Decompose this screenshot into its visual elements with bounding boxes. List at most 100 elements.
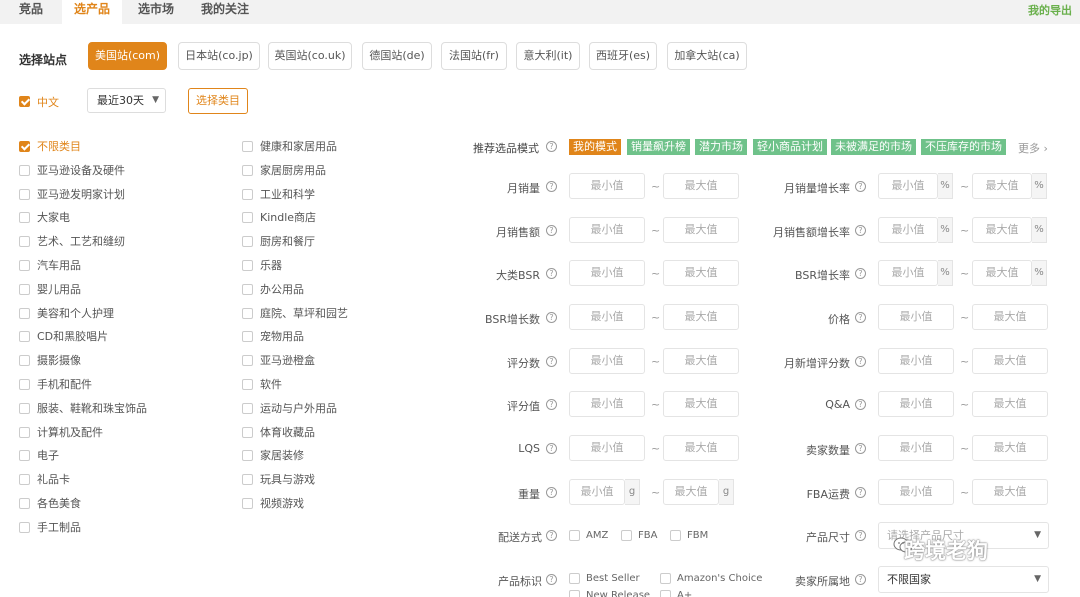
max-input[interactable]: 最大值 xyxy=(972,173,1032,199)
category-checkbox[interactable] xyxy=(242,188,253,200)
category-checkbox[interactable] xyxy=(242,426,253,438)
tab-my-follow[interactable]: 我的关注 xyxy=(190,0,260,24)
category-checkbox[interactable] xyxy=(19,331,30,343)
help-icon[interactable]: ? xyxy=(855,443,866,454)
seller-location-select[interactable]: 不限国家 ▼ xyxy=(878,566,1049,593)
category-checkbox[interactable] xyxy=(19,236,30,248)
max-input[interactable]: 最大值 xyxy=(972,391,1048,417)
help-icon[interactable]: ? xyxy=(546,225,557,236)
category-checkbox[interactable] xyxy=(19,260,30,271)
category-checkbox[interactable] xyxy=(242,331,253,343)
help-icon[interactable]: ? xyxy=(546,399,557,410)
help-icon[interactable]: ? xyxy=(855,312,866,323)
max-input[interactable]: 最大值 xyxy=(663,260,739,286)
category-checkbox[interactable] xyxy=(242,212,253,224)
more-link[interactable]: 更多 › xyxy=(1018,140,1048,156)
min-input[interactable]: 最小值 xyxy=(569,479,625,505)
min-input[interactable]: 最小值 xyxy=(569,435,645,461)
category-checkbox[interactable] xyxy=(19,188,30,200)
site-uk-button[interactable]: 英国站(co.uk) xyxy=(268,42,352,70)
new-release-checkbox[interactable] xyxy=(569,590,580,597)
mode-tag-no-inventory-market[interactable]: 不压库存的市场 xyxy=(921,139,1006,155)
max-input[interactable]: 最大值 xyxy=(972,435,1048,461)
max-input[interactable]: 最大值 xyxy=(663,173,739,199)
help-icon[interactable]: ? xyxy=(855,268,866,279)
category-checkbox[interactable] xyxy=(19,474,30,486)
category-checkbox[interactable] xyxy=(242,379,253,390)
fba-checkbox[interactable] xyxy=(621,530,632,541)
choose-category-button[interactable]: 选择类目 xyxy=(188,88,248,114)
max-input[interactable]: 最大值 xyxy=(972,217,1032,243)
help-icon[interactable]: ? xyxy=(546,443,557,454)
max-input[interactable]: 最大值 xyxy=(663,391,739,417)
help-icon[interactable]: ? xyxy=(855,356,866,367)
max-input[interactable]: 最大值 xyxy=(972,260,1032,286)
mode-tag-light-small[interactable]: 轻小商品计划 xyxy=(753,139,827,155)
help-icon[interactable]: ? xyxy=(546,356,557,367)
min-input[interactable]: 最小值 xyxy=(878,304,954,330)
max-input[interactable]: 最大值 xyxy=(663,348,739,374)
min-input[interactable]: 最小值 xyxy=(878,348,954,374)
category-checkbox[interactable] xyxy=(19,379,30,390)
site-us-button[interactable]: 美国站(com) xyxy=(88,42,167,70)
help-icon[interactable]: ? xyxy=(855,399,866,410)
tab-select-product[interactable]: 选产品 xyxy=(62,0,122,24)
help-icon[interactable]: ? xyxy=(546,530,557,541)
help-icon[interactable]: ? xyxy=(546,268,557,279)
help-icon[interactable]: ? xyxy=(855,225,866,236)
amz-checkbox[interactable] xyxy=(569,530,580,541)
site-es-button[interactable]: 西班牙(es) xyxy=(589,42,657,70)
category-checkbox[interactable] xyxy=(19,426,30,438)
max-input[interactable]: 最大值 xyxy=(972,348,1048,374)
category-checkbox[interactable] xyxy=(19,450,30,462)
site-de-button[interactable]: 德国站(de) xyxy=(362,42,432,70)
category-checkbox[interactable] xyxy=(19,141,30,152)
category-checkbox[interactable] xyxy=(242,141,253,152)
max-input[interactable]: 最大值 xyxy=(663,217,739,243)
max-input[interactable]: 最大值 xyxy=(663,479,719,505)
help-icon[interactable]: ? xyxy=(546,181,557,192)
fbm-checkbox[interactable] xyxy=(670,530,681,541)
max-input[interactable]: 最大值 xyxy=(663,304,739,330)
max-input[interactable]: 最大值 xyxy=(972,304,1048,330)
category-checkbox[interactable] xyxy=(242,355,253,367)
min-input[interactable]: 最小值 xyxy=(878,391,954,417)
mode-tag-potential-market[interactable]: 潜力市场 xyxy=(695,139,747,155)
category-checkbox[interactable] xyxy=(19,498,30,509)
mode-tag-sales-surge[interactable]: 销量飙升榜 xyxy=(627,139,690,155)
category-checkbox[interactable] xyxy=(242,307,253,319)
max-input[interactable]: 最大值 xyxy=(663,435,739,461)
category-checkbox[interactable] xyxy=(19,355,30,367)
min-input[interactable]: 最小值 xyxy=(569,304,645,330)
category-checkbox[interactable] xyxy=(242,164,253,176)
help-icon[interactable]: ? xyxy=(546,574,557,585)
help-icon[interactable]: ? xyxy=(855,574,866,585)
site-ca-button[interactable]: 加拿大站(ca) xyxy=(667,42,747,70)
mode-tag-unmet-market[interactable]: 未被满足的市场 xyxy=(831,139,916,155)
min-input[interactable]: 最小值 xyxy=(569,391,645,417)
category-checkbox[interactable] xyxy=(19,283,30,295)
site-it-button[interactable]: 意大利(it) xyxy=(516,42,580,70)
min-input[interactable]: 最小值 xyxy=(569,217,645,243)
category-checkbox[interactable] xyxy=(242,260,253,271)
category-checkbox[interactable] xyxy=(242,450,253,462)
category-checkbox[interactable] xyxy=(242,474,253,486)
category-checkbox[interactable] xyxy=(19,402,30,414)
help-icon[interactable]: ? xyxy=(855,181,866,192)
a-plus-checkbox[interactable] xyxy=(660,590,671,597)
amazons-choice-checkbox[interactable] xyxy=(660,573,671,584)
help-icon[interactable]: ? xyxy=(546,487,557,498)
tab-select-market[interactable]: 选市场 xyxy=(126,0,186,24)
help-icon[interactable]: ? xyxy=(855,530,866,541)
chinese-checkbox[interactable] xyxy=(19,96,30,107)
tab-competitor[interactable]: 竞品 xyxy=(0,0,62,24)
min-input[interactable]: 最小值 xyxy=(878,435,954,461)
min-input[interactable]: 最小值 xyxy=(569,348,645,374)
min-input[interactable]: 最小值 xyxy=(569,260,645,286)
mode-tag-my-mode[interactable]: 我的模式 xyxy=(569,139,621,155)
period-select[interactable]: 最近30天 ▼ xyxy=(87,88,166,113)
help-icon[interactable]: ? xyxy=(546,312,557,323)
site-fr-button[interactable]: 法国站(fr) xyxy=(441,42,507,70)
min-input[interactable]: 最小值 xyxy=(878,260,938,286)
help-icon[interactable]: ? xyxy=(546,141,557,152)
